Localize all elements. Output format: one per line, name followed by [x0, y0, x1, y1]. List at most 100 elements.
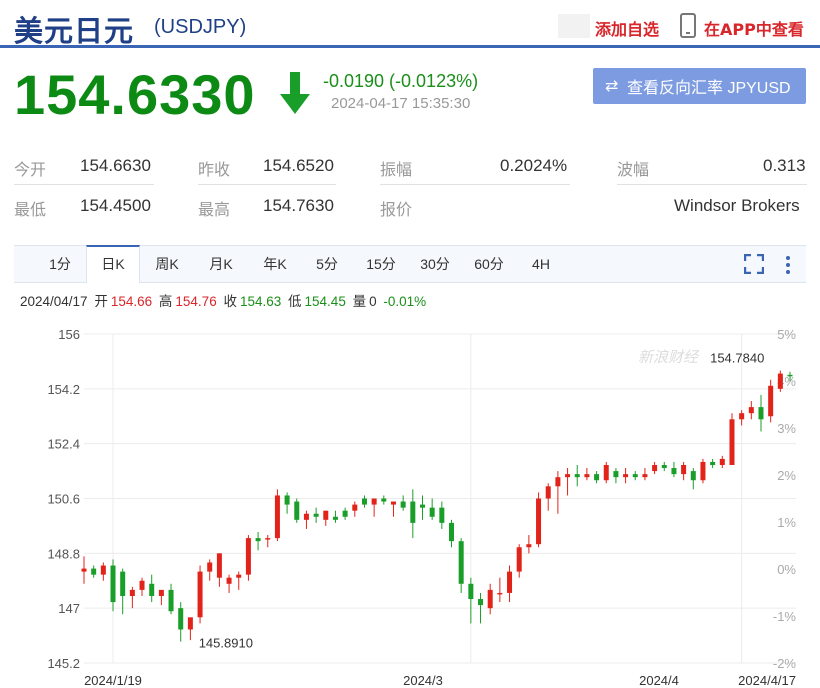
candle-body	[284, 495, 290, 505]
sina-watermark: 新浪财经	[638, 348, 700, 366]
candle-body	[361, 498, 367, 505]
ohlc-high-label: 高	[158, 294, 173, 309]
candle-body	[410, 501, 416, 523]
candle-body	[236, 574, 242, 578]
candle-body	[458, 541, 464, 584]
candle-body	[226, 577, 232, 584]
tab-60min[interactable]: 60分	[464, 246, 514, 283]
y-tick-label: 150.6	[47, 492, 80, 507]
candle-body	[526, 544, 532, 548]
candle-body	[555, 477, 561, 487]
candle-body	[313, 513, 319, 517]
more-icon[interactable]	[784, 254, 792, 276]
candle-body	[332, 516, 338, 520]
candle-body	[91, 568, 97, 575]
tab-1min[interactable]: 1分	[36, 246, 84, 283]
tab-daily[interactable]: 日K	[86, 245, 140, 283]
stat-value: 154.6520	[263, 156, 334, 175]
x-tick-label: 2024/4	[639, 673, 679, 688]
candle-body	[565, 474, 571, 478]
candle-body	[739, 413, 745, 420]
y-tick-label: 148.8	[47, 546, 80, 561]
pct-tick-label: 1%	[777, 515, 796, 530]
instrument-code: (USDJPY)	[154, 16, 247, 38]
tab-weekly[interactable]: 周K	[142, 246, 192, 283]
pct-tick-label: 2%	[777, 468, 796, 483]
candle-body	[381, 498, 387, 502]
open-in-app-link[interactable]: 在APP中查看	[704, 16, 804, 40]
candle-body	[758, 407, 764, 420]
tab-monthly[interactable]: 月K	[196, 246, 246, 283]
candle-body	[710, 461, 716, 465]
current-price: 154.6330	[14, 63, 256, 126]
x-tick-label: 2024/4/17	[738, 673, 796, 688]
ohlc-volume: 0	[369, 294, 377, 309]
stat-value: Windsor Brokers	[674, 196, 800, 215]
candle-body	[255, 538, 261, 542]
candle-body	[149, 583, 155, 596]
candle-body	[681, 464, 687, 475]
candle-body	[81, 568, 87, 572]
candle-body	[439, 507, 445, 523]
candle-body	[516, 547, 522, 572]
candle-body	[178, 608, 184, 630]
candle-body	[574, 474, 580, 478]
ohlc-summary: 2024/04/17 开 154.66 高 154.76 收 154.63 低 154.…	[20, 290, 429, 310]
candle-body	[777, 373, 783, 389]
ohlc-high: 154.76	[175, 294, 217, 309]
candle-body	[603, 464, 609, 481]
stat-label: 最低	[14, 200, 47, 219]
candle-body	[768, 385, 774, 417]
add-favorite-link[interactable]: 添加自选	[595, 16, 659, 40]
candle-body	[216, 553, 222, 578]
candle-body	[303, 513, 309, 520]
candle-body	[352, 504, 358, 511]
divider	[14, 184, 154, 185]
fullscreen-icon[interactable]	[744, 254, 764, 274]
stat-label: 昨收	[198, 160, 231, 179]
reverse-rate-label: 查看反向汇率 JPYUSD	[627, 80, 791, 97]
x-tick-label: 2024/3	[403, 673, 443, 688]
candle-body	[671, 468, 677, 475]
tab-4h[interactable]: 4H	[520, 246, 562, 283]
stat-label: 报价	[380, 200, 413, 219]
stat-value: 154.4500	[80, 196, 151, 215]
candle-body	[729, 419, 735, 465]
tab-5min[interactable]: 5分	[304, 246, 350, 283]
divider	[198, 184, 336, 185]
candle-body	[536, 498, 542, 545]
candle-body	[342, 510, 348, 517]
reverse-rate-button[interactable]: ⇄ 查看反向汇率 JPYUSD	[593, 68, 806, 104]
stat-value: 154.6630	[80, 156, 151, 175]
candlestick-chart[interactable]: 156154.2152.4150.6148.8147145.25%4%3%2%1…	[0, 318, 820, 688]
candle-body	[207, 562, 213, 572]
tab-30min[interactable]: 30分	[410, 246, 460, 283]
candle-body	[274, 495, 280, 539]
ohlc-open: 154.66	[110, 294, 153, 309]
divider	[380, 184, 570, 185]
page-header: 美元日元 (USDJPY) 添加自选 在APP中查看	[0, 0, 820, 48]
candle-body	[468, 583, 474, 600]
stat-label: 振幅	[380, 160, 413, 179]
pct-tick-label: -1%	[773, 609, 797, 624]
candle-body	[168, 589, 174, 612]
tab-15min[interactable]: 15分	[356, 246, 406, 283]
ohlc-date: 2024/04/17	[20, 294, 88, 309]
ohlc-change: -0.01%	[383, 294, 427, 309]
candle-body	[400, 501, 406, 508]
candle-body	[478, 599, 484, 606]
candle-body	[613, 471, 619, 478]
candle-body	[449, 522, 455, 542]
candle-body	[100, 565, 106, 575]
candle-body	[690, 471, 696, 481]
ohlc-close-label: 收	[223, 294, 237, 309]
candle-body	[323, 510, 329, 520]
stat-value: 0.2024%	[500, 156, 568, 175]
candle-body	[507, 571, 513, 593]
candle-body	[139, 580, 145, 590]
candle-body	[158, 589, 164, 596]
candle-body	[197, 571, 203, 618]
y-tick-label: 156	[58, 327, 80, 342]
stat-value: 0.313	[763, 156, 806, 175]
tab-yearly[interactable]: 年K	[250, 246, 300, 283]
